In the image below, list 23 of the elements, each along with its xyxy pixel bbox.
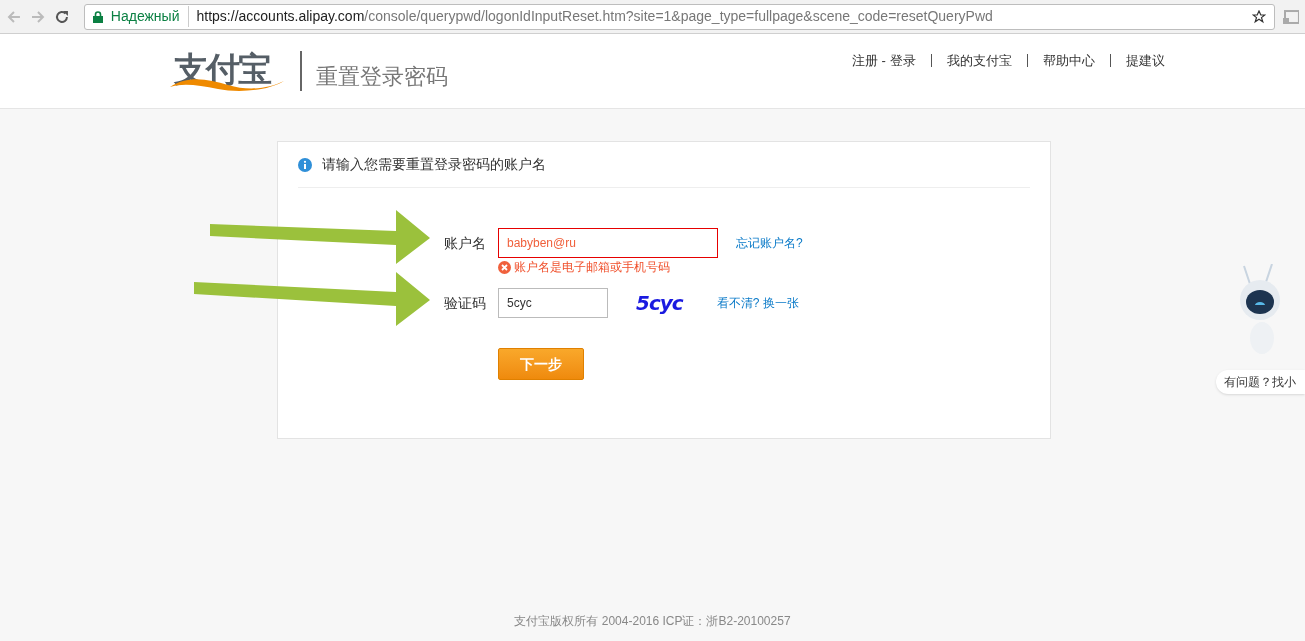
help-link[interactable]: 看不清? 换一张: [716, 294, 799, 312]
help-bubble[interactable]: 有问题？找小: [1216, 370, 1305, 394]
info-icon: [298, 157, 312, 172]
url-text: https://accounts.alipay.com/console/querypwd/logonIdInputReset.htm?site=1&page_type=fullpage&scene_code=resetQueryPwd: [196, 7, 993, 26]
address-bar[interactable]: Надежный https://accounts.alipay.com/console/querypwd/logonIdInputReset.htm?site=1&page_type=fullpage&scene_code=resetQueryPwd: [83, 3, 1276, 30]
help-link[interactable]: 忘记账户名?: [736, 234, 803, 252]
captcha-input[interactable]: 5cyc: [498, 288, 608, 318]
page-title: 重置登录密码: [316, 62, 448, 91]
error-message: 账户名是电子邮箱或手机号码: [514, 259, 670, 276]
copyright-text: 支付宝版权所有 2004-2016 ICP证：浙B2-20100257: [513, 613, 792, 630]
lock-icon: [92, 10, 103, 23]
nav-link[interactable]: 我的支付宝: [946, 51, 1012, 71]
nav-link[interactable]: 注册 - 登录: [852, 51, 916, 71]
captcha-image: 5cyc: [636, 290, 683, 317]
star-icon[interactable]: [1252, 9, 1267, 24]
error-icon: [498, 260, 511, 274]
reload-icon[interactable]: [53, 8, 70, 25]
security-label: Надежный: [110, 6, 189, 27]
nav-link[interactable]: 提建议: [1125, 51, 1165, 71]
field-label: 账户名: [444, 233, 487, 253]
form-heading: 请输入您需要重置登录密码的账户名: [322, 155, 546, 174]
field-label: 验证码: [444, 293, 487, 313]
nav-link[interactable]: 帮助中心: [1042, 51, 1095, 71]
